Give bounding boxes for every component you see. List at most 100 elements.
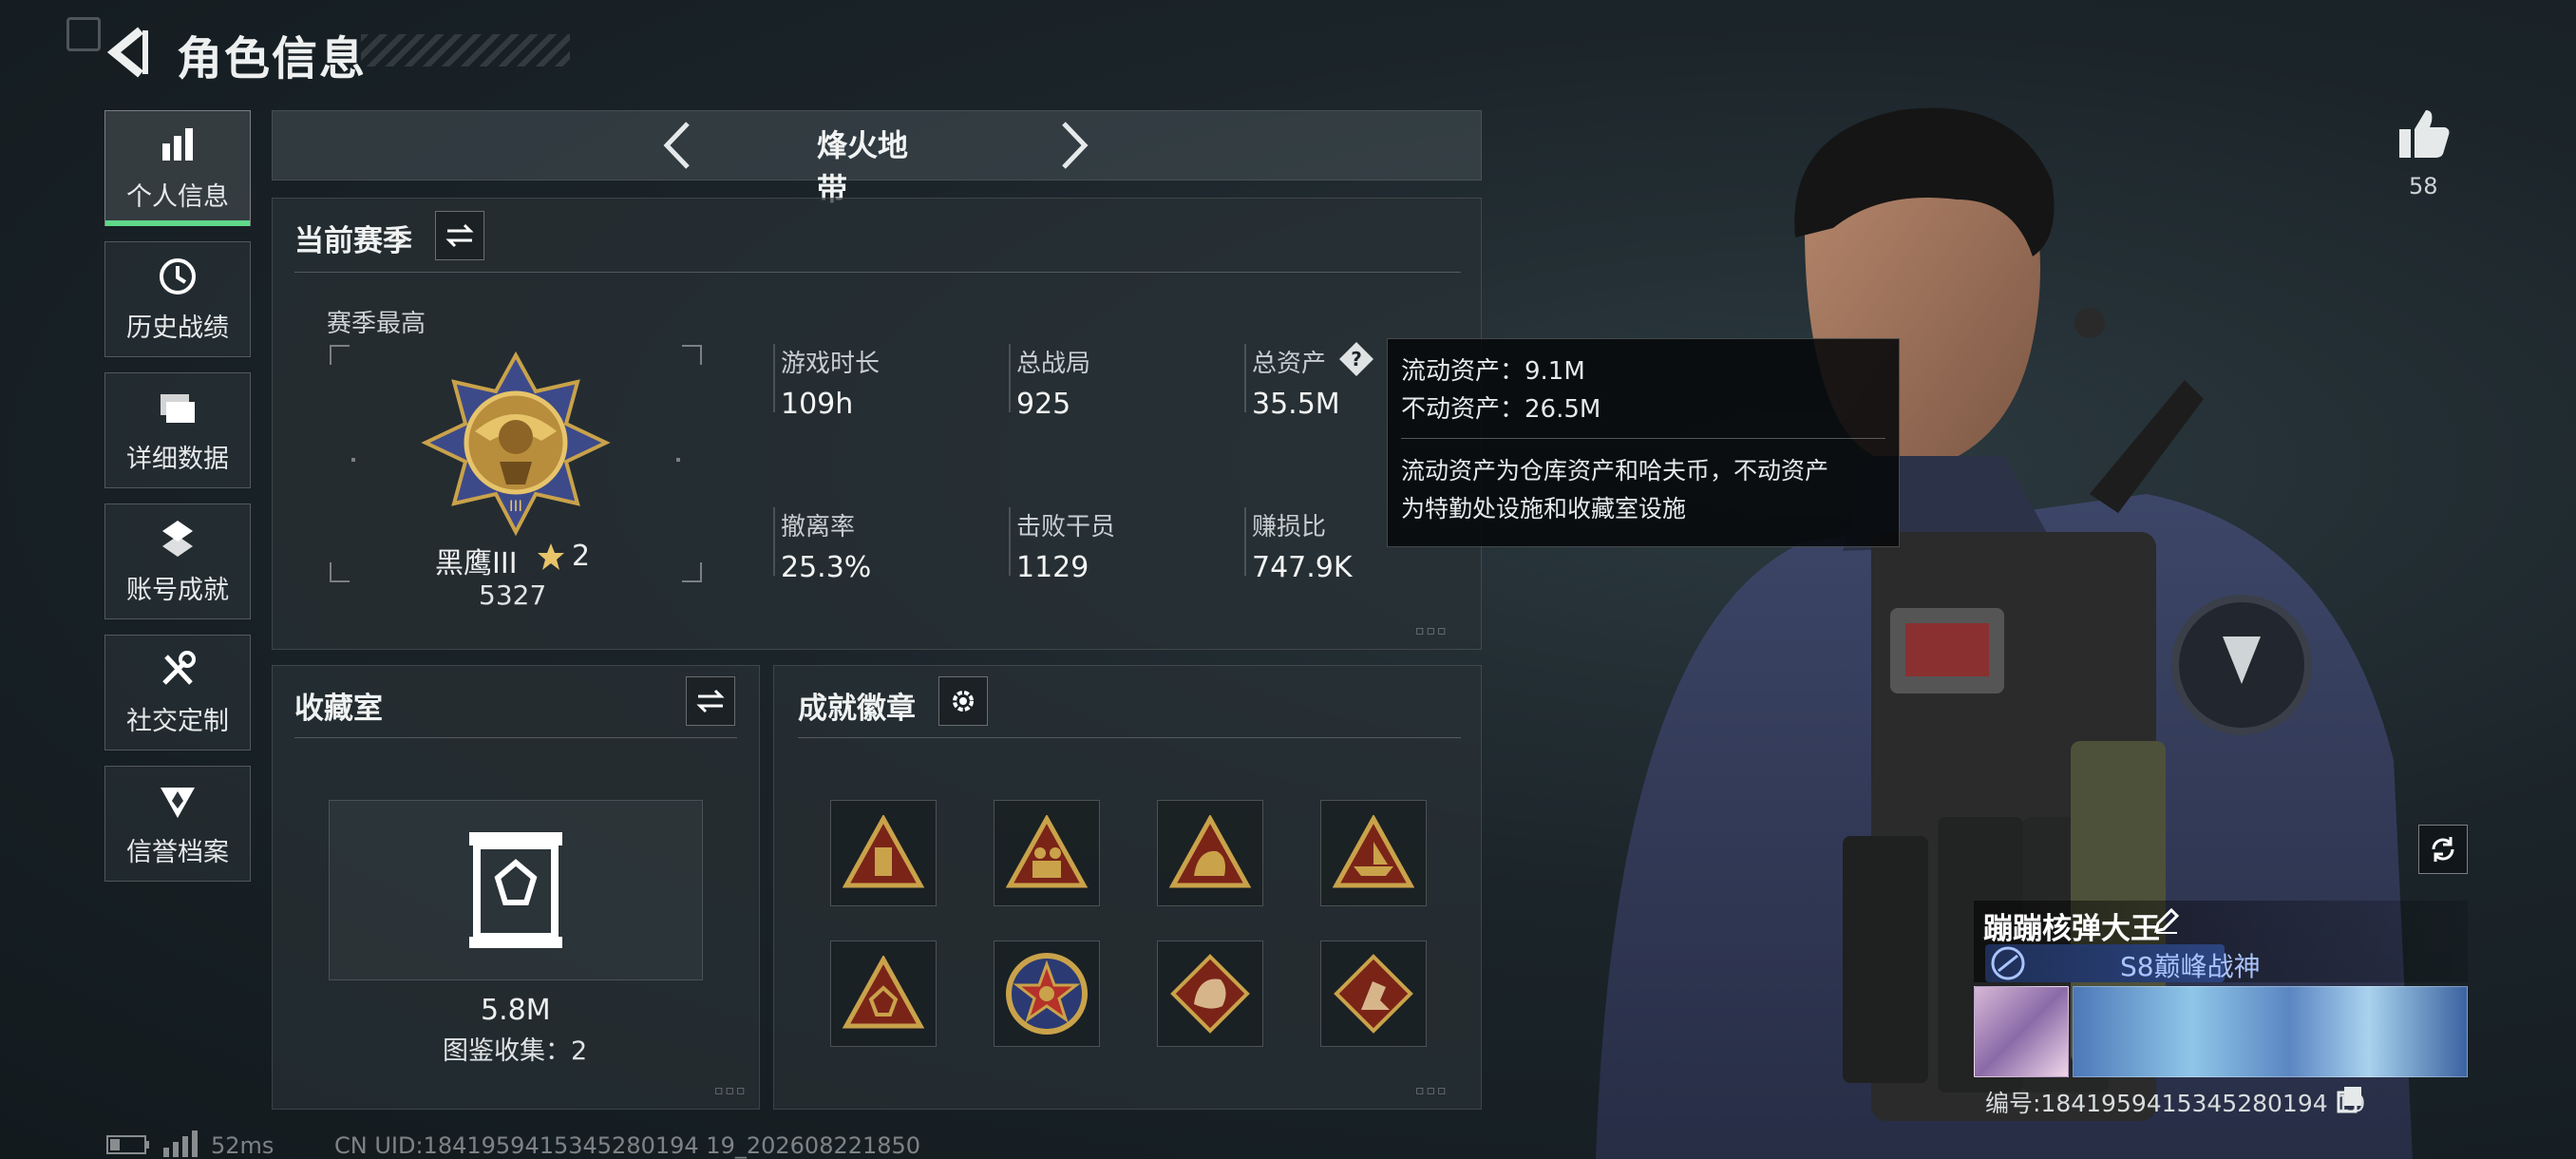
mode-label: 烽火地带	[817, 127, 909, 207]
stat-value: 109h	[781, 388, 854, 421]
divider	[773, 507, 775, 576]
corner-decoration: ▫▫▫	[714, 1083, 748, 1098]
rank-emblem-icon	[1991, 946, 2025, 980]
battery-icon	[106, 1135, 149, 1154]
tooltip-liquid-assets: 流动资产：9.1M	[1401, 357, 1585, 386]
stat-label: 总战局	[1016, 350, 1091, 378]
sidebar-item-detailed-data[interactable]: 详细数据	[104, 372, 251, 488]
tooltip-description-line: 流动资产为仓库资产和哈夫币，不动资产	[1401, 457, 1829, 484]
like-count: 58	[2409, 173, 2438, 200]
tooltip-fixed-assets: 不动资产：26.5M	[1401, 395, 1601, 424]
triangle-tower-badge-icon	[843, 815, 924, 888]
stat-label: 总资产	[1252, 350, 1327, 378]
copy-icon[interactable]	[2337, 1085, 2363, 1113]
achievement-badge[interactable]	[830, 940, 937, 1047]
divider	[1244, 507, 1246, 576]
star-icon	[538, 543, 564, 570]
triangle-creature-badge-icon	[1169, 815, 1251, 888]
divider	[773, 344, 775, 412]
season-switch-button[interactable]	[435, 211, 484, 260]
achievement-badge[interactable]	[1157, 800, 1263, 906]
stat-value: 1129	[1016, 551, 1089, 584]
rank-points: 5327	[479, 580, 547, 611]
edit-pencil-icon[interactable]	[2152, 906, 2181, 935]
shield-emblem-icon	[161, 787, 195, 818]
season-best-label: 赛季最高	[327, 310, 426, 338]
sidebar-item-history[interactable]: 历史战绩	[104, 241, 251, 357]
divider	[294, 737, 737, 738]
achievement-badge[interactable]	[994, 940, 1100, 1047]
prev-mode-arrow-icon[interactable]	[657, 118, 695, 173]
help-icon[interactable]: ?	[1337, 340, 1375, 378]
stat-label: 赚损比	[1252, 513, 1327, 542]
ping-text: 52ms	[211, 1132, 275, 1159]
divider	[1009, 344, 1011, 412]
achievement-badge[interactable]	[830, 800, 937, 906]
rotate-model-button[interactable]	[2418, 825, 2468, 874]
tooltip-description-line: 为特勤处设施和收藏室设施	[1401, 495, 1687, 522]
divider	[798, 737, 1461, 738]
sidebar-item-label: 历史战绩	[126, 313, 229, 343]
divider	[1401, 438, 1885, 439]
collection-switch-button[interactable]	[686, 676, 735, 726]
diamond-dragon-badge-icon	[1170, 954, 1250, 1034]
player-id: 编号:1841959415345280194 19	[1985, 1090, 2366, 1117]
stat-value: 35.5M	[1252, 388, 1340, 421]
corner-decoration: ▫▫▫	[1415, 1083, 1449, 1098]
next-mode-arrow-icon[interactable]	[1056, 118, 1094, 173]
collection-value: 5.8M	[481, 994, 551, 1027]
rank-stars: 2	[572, 540, 591, 573]
achievements-settings-button[interactable]	[938, 676, 988, 726]
triangle-ship-badge-icon	[1333, 815, 1414, 888]
bar-chart-icon	[162, 127, 193, 161]
achievement-badge-icon	[162, 520, 193, 557]
achievements-title: 成就徽章	[798, 692, 916, 726]
stat-value: 25.3%	[781, 551, 872, 584]
achievement-badge[interactable]	[994, 800, 1100, 906]
collection-count: 图鉴收集：2	[443, 1036, 588, 1066]
sidebar-item-label: 社交定制	[126, 706, 229, 736]
achievement-badge[interactable]	[1320, 940, 1427, 1047]
signal-icon	[163, 1130, 198, 1157]
swap-arrows-icon	[696, 689, 725, 713]
stat-label: 撤离率	[781, 513, 856, 542]
divider	[294, 272, 1461, 273]
collection-title: 收藏室	[294, 692, 383, 726]
showcase-cabinet-icon	[469, 832, 562, 948]
achievement-badge[interactable]	[1157, 940, 1263, 1047]
rank-medal-icon: III	[421, 351, 611, 537]
season-title: 当前赛季	[294, 224, 412, 258]
sidebar-item-social[interactable]: 社交定制	[104, 635, 251, 750]
triangle-eye-badge-icon	[843, 956, 924, 1029]
tools-icon	[162, 650, 196, 685]
round-star-badge-icon	[1006, 953, 1088, 1035]
sidebar-item-label: 详细数据	[126, 444, 229, 474]
player-name: 蹦蹦核弹大王	[1983, 912, 2160, 946]
back-arrow-icon[interactable]	[104, 25, 152, 80]
page-title: 角色信息	[177, 32, 368, 86]
diamond-runner-badge-icon	[1334, 954, 1413, 1034]
gear-icon	[953, 691, 974, 712]
swap-arrows-icon	[445, 223, 474, 248]
svg-text:III: III	[509, 497, 522, 515]
title-decoration	[361, 34, 570, 66]
name-card-banner[interactable]	[2073, 986, 2468, 1077]
avatar[interactable]	[1974, 986, 2069, 1077]
divider	[1244, 344, 1246, 412]
divider	[1009, 507, 1011, 576]
sidebar-item-achievements[interactable]: 账号成就	[104, 504, 251, 619]
sidebar-item-reputation[interactable]: 信誉档案	[104, 766, 251, 882]
sidebar-item-personal-info[interactable]: 个人信息	[104, 110, 251, 226]
corner-decoration	[66, 17, 101, 51]
thumbs-up-icon[interactable]	[2396, 104, 2453, 162]
sidebar-item-label: 账号成就	[126, 575, 229, 605]
achievement-badge[interactable]	[1320, 800, 1427, 906]
svg-text:?: ?	[1351, 348, 1362, 370]
stat-label: 击败干员	[1016, 513, 1116, 542]
sidebar-item-label: 信誉档案	[126, 837, 229, 867]
uid-text: CN UID:1841959415345280194 19_2026082218…	[334, 1132, 921, 1159]
triangle-figures-badge-icon	[1006, 815, 1088, 888]
rank-name: 黑鹰III	[435, 547, 518, 580]
asset-tooltip: 流动资产：9.1M 不动资产：26.5M 流动资产为仓库资产和哈夫币，不动资产 …	[1387, 338, 1900, 547]
sidebar-item-label: 个人信息	[126, 181, 229, 212]
